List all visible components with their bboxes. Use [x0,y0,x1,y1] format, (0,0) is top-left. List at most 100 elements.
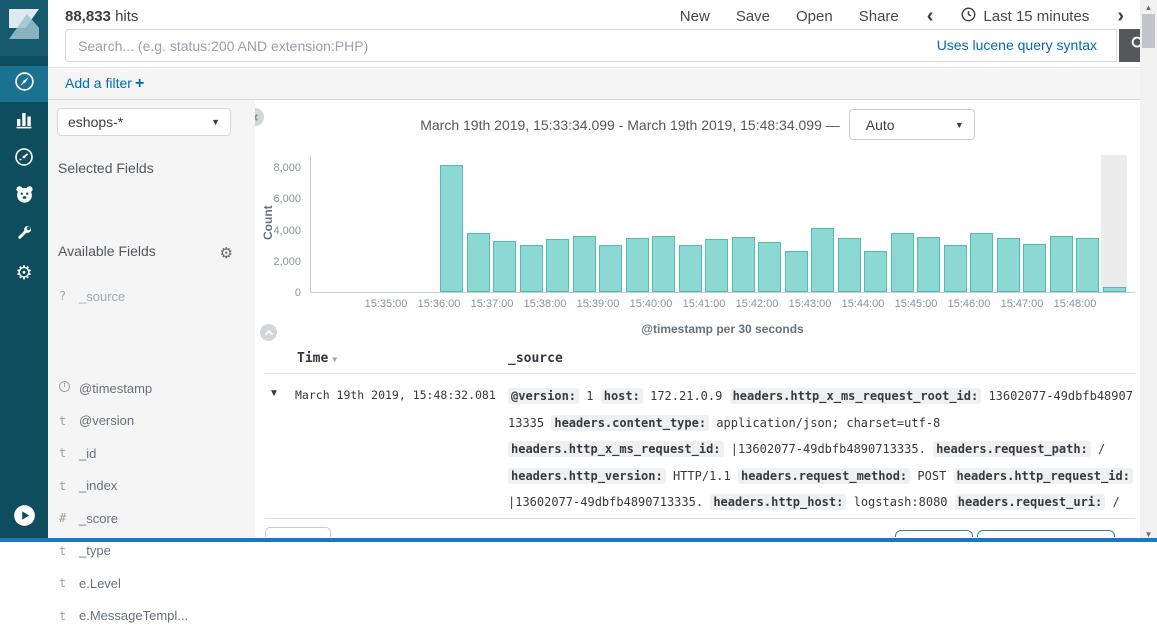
field-item-_index[interactable]: t_index [48,470,255,503]
scrollbar-thumb[interactable] [1142,14,1155,48]
row-timestamp: March 19th 2019, 15:48:32.081 [295,388,496,402]
source-field-name: headers.request_path: [933,441,1091,457]
index-pattern-select[interactable]: eshops-* ▼ [57,108,231,136]
doc-action-button-1[interactable] [895,530,973,537]
table-header-divider [265,373,1135,374]
time-column-label: Time [297,351,328,366]
histogram-bar-15:36:30[interactable] [467,233,490,292]
nav-item-visualize[interactable] [0,102,48,140]
field-name: @timestamp [79,381,152,396]
histogram-bar-15:40:30[interactable] [679,245,702,292]
histogram-bar-15:42:30[interactable] [785,251,808,292]
histogram-bar-15:39:30[interactable] [626,238,649,292]
field-item-e.Level[interactable]: te.Level [48,567,255,600]
field-item-_id[interactable]: t_id [48,437,255,470]
time-forward-button[interactable]: › [1115,6,1126,26]
current-bucket-highlight [1101,155,1128,292]
table-column-time[interactable]: Time ▼ [297,351,337,366]
time-back-button[interactable]: ‹ [925,6,936,26]
sort-descending-icon: ▼ [332,355,337,364]
source-field-value: application/json; charset=utf-8 [716,416,940,430]
field-name: @version [79,413,134,428]
interval-value: Auto [866,117,895,133]
field-item-e.MessageTempl...[interactable]: te.MessageTempl... [48,600,255,632]
filter-bar: Add a filter+ [48,69,1140,100]
interval-select[interactable]: Auto ▼ [849,109,975,140]
histogram-bar-15:43:00[interactable] [811,228,834,292]
source-field-name: headers.content_type: [551,415,709,431]
nav-item-timelion[interactable] [0,140,48,178]
kibana-logo[interactable] [0,0,48,56]
save-button[interactable]: Save [736,8,770,25]
bar-chart-icon [14,109,34,134]
field-item-@timestamp[interactable]: @timestamp [48,372,255,405]
index-pattern-value: eshops-* [68,114,123,130]
lucene-syntax-link[interactable]: Uses lucene query syntax [937,37,1097,53]
top-header: 88,833 hits New Save Open Share ‹ Last 1… [48,0,1140,68]
share-button[interactable]: Share [859,8,899,25]
hits-label: hits [115,8,138,25]
source-field-name: headers.http_x_ms_request_id: [508,441,724,457]
doc-viewer-tab-partial[interactable] [265,527,331,537]
histogram-bar-15:48:00[interactable] [1076,238,1099,292]
source-field-value: 1 [586,389,593,403]
histogram-plot [310,155,1135,293]
timepicker-button[interactable]: Last 15 minutes [961,7,1089,26]
top-menu: New Save Open Share ‹ Last 15 minutes › [680,6,1126,26]
nav-item-discover[interactable] [0,66,48,102]
scrollbar-up-arrow[interactable]: ▲ [1140,3,1157,12]
expand-row-caret[interactable]: ▼ [269,388,279,399]
field-type-icon: t [59,544,79,558]
histogram-bar-15:41:00[interactable] [705,239,728,292]
source-field-value: / [1112,495,1119,509]
nav-item-management[interactable]: ⚙ [0,254,48,292]
add-filter-label: Add a filter [65,75,132,91]
hits-value: 88,833 [65,8,111,25]
nav-item-dev-tools[interactable] [0,216,48,254]
bottom-accent-bar [0,538,1157,542]
add-filter-button[interactable]: Add a filter+ [65,75,144,93]
histogram-bar-15:37:00[interactable] [493,241,516,292]
field-name: _score [79,511,118,526]
histogram-bar-15:36:00[interactable] [440,165,463,292]
histogram-bar-15:38:30[interactable] [573,236,596,292]
y-tick-label: 0 [255,286,301,300]
doc-action-button-2[interactable] [977,530,1115,537]
source-field-value: HTTP/1.1 [673,469,731,483]
open-button[interactable]: Open [796,8,833,25]
histogram-bar-15:37:30[interactable] [520,245,543,292]
histogram-bar-15:41:30[interactable] [732,237,755,292]
new-button[interactable]: New [680,8,710,25]
histogram-bar-15:46:00[interactable] [970,233,993,292]
histogram-bar-15:42:00[interactable] [758,242,781,292]
collapse-nav-button[interactable] [13,504,36,532]
source-field-name: @version: [508,388,579,404]
histogram-bar-15:47:30[interactable] [1050,236,1073,292]
fields-sidebar: eshops-* ▼ Selected Fields ?_source Avai… [48,100,255,537]
source-field-name: host: [601,388,643,404]
y-tick-label: 4,000 [255,224,301,238]
histogram-bar-15:46:30[interactable] [997,238,1020,292]
source-field-name: headers.http_request_id: [954,468,1133,484]
field-item-@version[interactable]: t@version [48,405,255,438]
histogram-bar-15:45:30[interactable] [944,245,967,292]
nav-item-monitoring[interactable] [0,178,48,216]
histogram-bar-15:40:00[interactable] [652,236,675,292]
histogram-bar-15:47:00[interactable] [1023,244,1046,292]
field-settings-gear-icon[interactable]: ⚙ [220,244,233,262]
source-field-value: / [1098,442,1105,456]
collapse-histogram-button[interactable] [260,324,277,341]
histogram-bar-15:44:30[interactable] [891,233,914,292]
histogram-bar-15:39:00[interactable] [599,245,622,292]
histogram-bar-15:38:00[interactable] [546,239,569,292]
vertical-scrollbar[interactable]: ▲ ▼ [1140,0,1157,542]
histogram-bar-15:45:00[interactable] [917,237,940,292]
field-name: e.MessageTempl... [79,608,188,623]
field-item-_source[interactable]: ?_source [48,280,255,313]
field-item-_score[interactable]: #_score [48,502,255,535]
histogram-bar-15:44:00[interactable] [864,251,887,292]
histogram-bar-15:48:30[interactable] [1103,287,1126,292]
row-source-content: @version: 1 host: 172.21.0.9 headers.htt… [508,383,1136,516]
histogram-bar-15:43:30[interactable] [838,238,861,292]
source-field-name: headers.request_method: [738,468,910,484]
